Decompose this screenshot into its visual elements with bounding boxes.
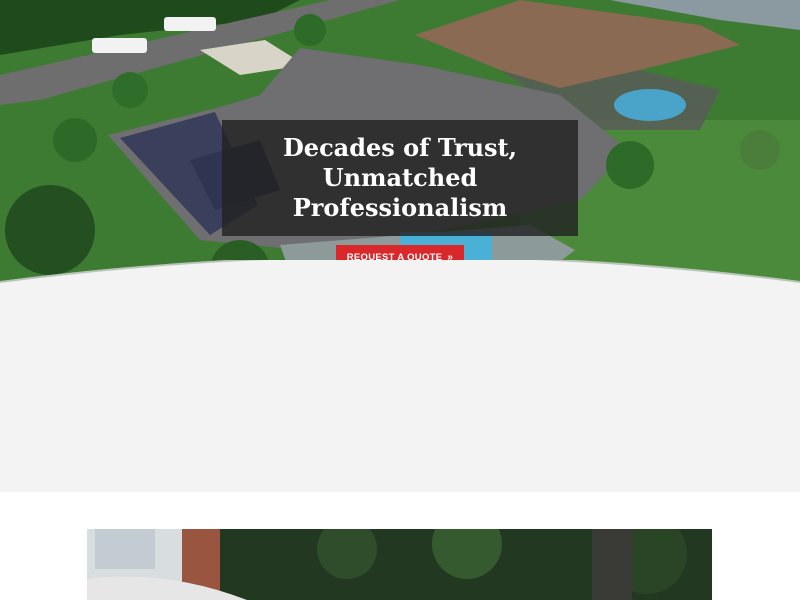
hero-headline-line-3: Professionalism [292, 193, 508, 222]
hero-headline-panel: Decades of Trust, Unmatched Professional… [222, 120, 578, 236]
hero-headline-line-2: Unmatched [322, 163, 478, 192]
hero-headline-line-1: Decades of Trust, [282, 133, 517, 162]
content-band [0, 320, 800, 492]
hero-headline: Decades of Trust, Unmatched Professional… [275, 133, 525, 223]
featured-photo [87, 529, 712, 600]
